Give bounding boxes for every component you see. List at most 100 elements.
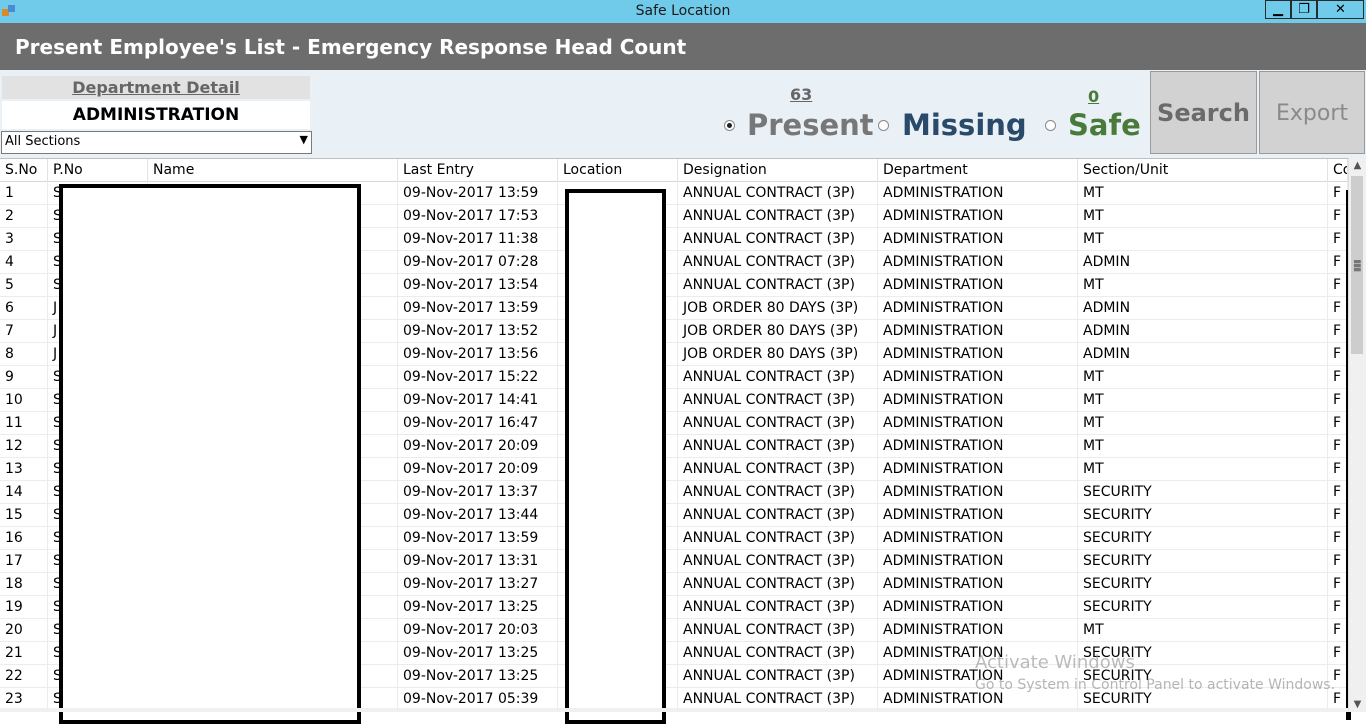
column-header-sno[interactable]: S.No [0,159,48,182]
cell-section: SECURITY [1078,573,1328,596]
column-header-last-entry[interactable]: Last Entry [398,159,558,182]
redaction-box-name [59,184,361,724]
column-header-department[interactable]: Department [878,159,1078,182]
column-header-co[interactable]: Co [1328,159,1348,182]
cell-designation: ANNUAL CONTRACT (3P) [678,205,878,228]
cell-section: MT [1078,412,1328,435]
cell-last-entry: 09-Nov-2017 13:25 [398,596,558,619]
close-button[interactable]: ✕ [1317,0,1364,19]
safe-label[interactable]: Safe [1068,108,1141,142]
cell-section: MT [1078,619,1328,642]
cell-section: ADMIN [1078,251,1328,274]
cell-designation: JOB ORDER 80 DAYS (3P) [678,343,878,366]
cell-section: MT [1078,366,1328,389]
cell-last-entry: 09-Nov-2017 15:22 [398,366,558,389]
cell-department: ADMINISTRATION [878,435,1078,458]
cell-section: MT [1078,274,1328,297]
export-button[interactable]: Export [1259,71,1365,154]
cell-last-entry: 09-Nov-2017 13:59 [398,182,558,205]
cell-sno: 2 [0,205,48,228]
safe-radio[interactable] [1045,120,1056,131]
cell-sno: 17 [0,550,48,573]
cell-sno: 13 [0,458,48,481]
cell-section: SECURITY [1078,596,1328,619]
cell-section: SECURITY [1078,527,1328,550]
maximize-button[interactable]: ❐ [1291,0,1317,19]
cell-last-entry: 09-Nov-2017 13:25 [398,642,558,665]
safe-count[interactable]: 0 [1088,87,1099,106]
cell-last-entry: 09-Nov-2017 13:59 [398,527,558,550]
present-count[interactable]: 63 [790,85,812,104]
cell-designation: ANNUAL CONTRACT (3P) [678,274,878,297]
cell-sno: 12 [0,435,48,458]
title-bar: Safe Location ▁ ❐ ✕ [0,0,1366,23]
section-dropdown-value: All Sections [5,134,81,149]
cell-sno: 15 [0,504,48,527]
column-header-designation[interactable]: Designation [678,159,878,182]
activation-watermark-text: Go to System in Control Panel to activat… [975,677,1336,693]
cell-department: ADMINISTRATION [878,205,1078,228]
cell-department: ADMINISTRATION [878,389,1078,412]
vertical-scrollbar[interactable]: ▲ ▬ ▬ ▬ ▼ [1348,158,1366,712]
cell-section: MT [1078,389,1328,412]
cell-department: ADMINISTRATION [878,573,1078,596]
cell-section: ADMIN [1078,297,1328,320]
cell-designation: ANNUAL CONTRACT (3P) [678,573,878,596]
cell-designation: JOB ORDER 80 DAYS (3P) [678,320,878,343]
cell-designation: ANNUAL CONTRACT (3P) [678,596,878,619]
present-label[interactable]: Present [747,108,874,142]
arrow-up-icon[interactable]: ▲ [1349,160,1366,171]
cell-department: ADMINISTRATION [878,251,1078,274]
chevron-down-icon[interactable]: ▼ [300,133,308,146]
cell-designation: ANNUAL CONTRACT (3P) [678,435,878,458]
missing-label[interactable]: Missing [902,108,1027,142]
department-detail-link[interactable]: Department Detail [2,76,310,99]
search-button[interactable]: Search [1150,71,1257,154]
cell-last-entry: 09-Nov-2017 14:41 [398,389,558,412]
cell-department: ADMINISTRATION [878,297,1078,320]
cell-sno: 1 [0,182,48,205]
cell-last-entry: 09-Nov-2017 13:56 [398,343,558,366]
cell-section: MT [1078,228,1328,251]
header-band: Present Employee's List - Emergency Resp… [0,23,1366,70]
column-header-location[interactable]: Location [558,159,678,182]
cell-sno: 11 [0,412,48,435]
cell-department: ADMINISTRATION [878,550,1078,573]
minimize-button[interactable]: ▁ [1265,0,1291,19]
cell-department: ADMINISTRATION [878,182,1078,205]
horizontal-scrollbar[interactable] [0,708,1348,712]
column-header-pno[interactable]: P.No [48,159,148,182]
cell-sno: 6 [0,297,48,320]
column-header-section[interactable]: Section/Unit [1078,159,1328,182]
cell-sno: 8 [0,343,48,366]
cell-section: ADMIN [1078,320,1328,343]
cell-department: ADMINISTRATION [878,343,1078,366]
cell-sno: 20 [0,619,48,642]
arrow-down-icon[interactable]: ▼ [1349,699,1366,710]
column-header-name[interactable]: Name [148,159,398,182]
cell-designation: JOB ORDER 80 DAYS (3P) [678,297,878,320]
cell-last-entry: 09-Nov-2017 20:03 [398,619,558,642]
cell-last-entry: 09-Nov-2017 13:31 [398,550,558,573]
cell-department: ADMINISTRATION [878,619,1078,642]
present-radio[interactable] [724,120,735,131]
activation-watermark-title: Activate Windows [975,652,1135,673]
cell-sno: 9 [0,366,48,389]
cell-department: ADMINISTRATION [878,320,1078,343]
cell-last-entry: 09-Nov-2017 13:44 [398,504,558,527]
cell-designation: ANNUAL CONTRACT (3P) [678,642,878,665]
cell-designation: ANNUAL CONTRACT (3P) [678,527,878,550]
cell-designation: ANNUAL CONTRACT (3P) [678,228,878,251]
cell-section: SECURITY [1078,504,1328,527]
cell-designation: ANNUAL CONTRACT (3P) [678,251,878,274]
cell-section: MT [1078,182,1328,205]
missing-radio[interactable] [878,120,889,131]
cell-department: ADMINISTRATION [878,596,1078,619]
section-dropdown[interactable]: All Sections ▼ [1,131,312,154]
cell-department: ADMINISTRATION [878,412,1078,435]
cell-designation: ANNUAL CONTRACT (3P) [678,665,878,688]
cell-designation: ANNUAL CONTRACT (3P) [678,182,878,205]
cell-designation: ANNUAL CONTRACT (3P) [678,504,878,527]
cell-designation: ANNUAL CONTRACT (3P) [678,389,878,412]
cell-department: ADMINISTRATION [878,527,1078,550]
